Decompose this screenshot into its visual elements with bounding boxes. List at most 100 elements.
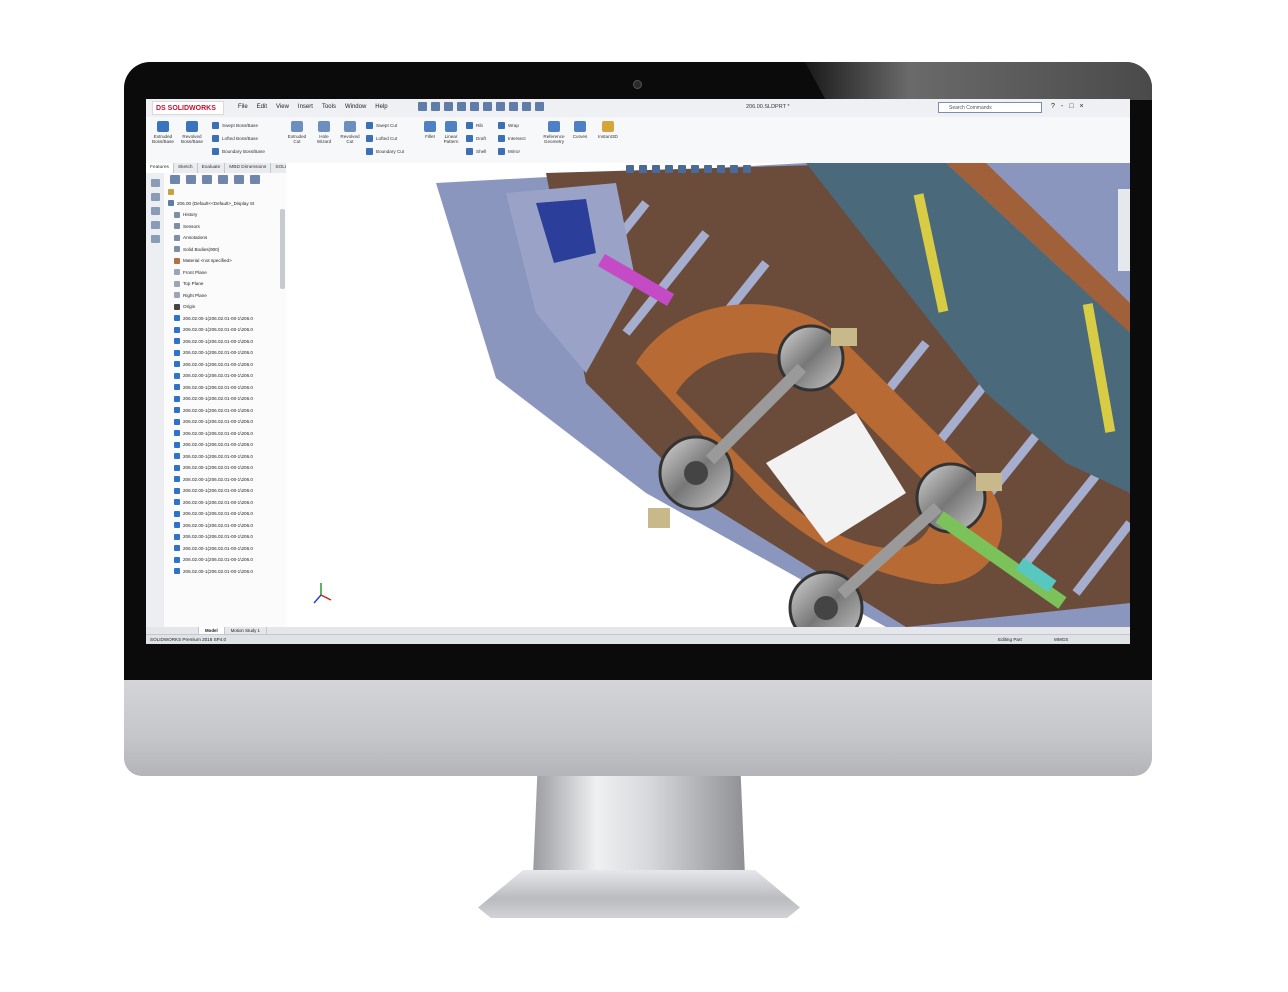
property-tab-icon[interactable] <box>186 175 196 184</box>
railcar-3d-model[interactable] <box>286 163 1130 627</box>
rebuild-icon[interactable] <box>509 102 518 111</box>
select-icon[interactable] <box>496 102 505 111</box>
feature-tree-tab-icon[interactable] <box>170 175 180 184</box>
tab-sketch[interactable]: Sketch <box>174 163 198 173</box>
fillet-button[interactable]: Fillet <box>422 121 438 139</box>
tree-root[interactable]: 206.00 (Default<<Default>_Display St <box>164 198 286 210</box>
hide-show-icon[interactable] <box>704 165 712 173</box>
display-manager-icon[interactable] <box>150 235 160 243</box>
maximize-button[interactable]: □ <box>1069 103 1073 110</box>
swept-boss-button[interactable]: Swept Boss/Base <box>212 122 258 129</box>
shell-button[interactable]: Shell <box>466 148 486 155</box>
menu-window[interactable]: Window <box>345 104 366 110</box>
tab-motion-study[interactable]: Motion Study 1 <box>225 627 267 634</box>
instant3d-button[interactable]: Instant3D <box>596 121 620 139</box>
tree-part-row[interactable]: 206.02.00-1(206.02.01-00-1\206.0 <box>164 497 286 509</box>
view-settings-icon[interactable] <box>743 165 751 173</box>
mirror-button[interactable]: Mirror <box>498 148 520 155</box>
view-orientation-icon[interactable] <box>678 165 686 173</box>
appearance-tab-icon[interactable] <box>250 175 260 184</box>
hole-wizard-button[interactable]: Hole Wizard <box>312 121 336 144</box>
dimxpert-icon[interactable] <box>150 221 160 229</box>
search-commands-input[interactable]: Search Commands <box>938 102 1042 113</box>
tree-part-row[interactable]: 206.02.00-1(206.02.01-00-1\206.0 <box>164 393 286 405</box>
file-properties-icon[interactable] <box>522 102 531 111</box>
display-tab-icon[interactable] <box>234 175 244 184</box>
save-icon[interactable] <box>457 102 466 111</box>
zoom-to-fit-icon[interactable] <box>626 165 634 173</box>
tree-part-row[interactable]: 206.02.00-1(206.02.01-00-1\206.0 <box>164 543 286 555</box>
new-document-icon[interactable] <box>431 102 440 111</box>
tree-item[interactable]: Origin <box>164 301 286 313</box>
tab-features[interactable]: Features <box>146 163 174 173</box>
extruded-boss-button[interactable]: Extruded Boss/Base <box>150 121 176 144</box>
feature-manager-icon[interactable] <box>150 179 160 187</box>
tree-part-row[interactable]: 206.02.00-1(206.02.01-00-1\206.0 <box>164 416 286 428</box>
tree-part-row[interactable]: 206.02.00-1(206.02.01-00-1\206.0 <box>164 451 286 463</box>
tree-part-row[interactable]: 206.02.00-1(206.02.01-00-1\206.0 <box>164 405 286 417</box>
swept-cut-button[interactable]: Swept Cut <box>366 122 397 129</box>
tab-mbd-dimensions[interactable]: MBD Dimensions <box>225 163 272 173</box>
draft-button[interactable]: Draft <box>466 135 486 142</box>
tab-model[interactable]: Model <box>199 627 225 634</box>
property-manager-icon[interactable] <box>150 193 160 201</box>
menu-insert[interactable]: Insert <box>298 104 313 110</box>
minimize-button[interactable]: - <box>1061 103 1063 110</box>
tree-item[interactable]: History <box>164 209 286 221</box>
tab-scroll[interactable] <box>146 627 199 634</box>
previous-view-icon[interactable] <box>652 165 660 173</box>
config-tab-icon[interactable] <box>202 175 212 184</box>
tab-evaluate[interactable]: Evaluate <box>198 163 226 173</box>
tree-part-row[interactable]: 206.02.00-1(206.02.01-00-1\206.0 <box>164 462 286 474</box>
menu-file[interactable]: File <box>238 104 248 110</box>
linear-pattern-button[interactable]: Linear Pattern <box>440 121 462 144</box>
tree-part-row[interactable]: 206.02.00-1(206.02.01-00-1\206.0 <box>164 428 286 440</box>
close-button[interactable]: × <box>1079 103 1083 110</box>
home-icon[interactable] <box>418 102 427 111</box>
section-view-icon[interactable] <box>665 165 673 173</box>
extruded-cut-button[interactable]: Extruded Cut <box>284 121 310 144</box>
print-icon[interactable] <box>470 102 479 111</box>
tree-part-row[interactable]: 206.02.00-1(206.02.01-00-1\206.0 <box>164 531 286 543</box>
tree-item[interactable]: Material <not specified> <box>164 255 286 267</box>
dimxpert-tab-icon[interactable] <box>218 175 228 184</box>
tree-part-row[interactable]: 206.02.00-1(206.02.01-00-1\206.0 <box>164 370 286 382</box>
options-icon[interactable] <box>535 102 544 111</box>
tree-part-row[interactable]: 206.02.00-1(206.02.01-00-1\206.0 <box>164 313 286 325</box>
tree-part-row[interactable]: 206.02.00-1(206.02.01-00-1\206.0 <box>164 508 286 520</box>
tree-part-row[interactable]: 206.02.00-1(206.02.01-00-1\206.0 <box>164 439 286 451</box>
intersect-button[interactable]: Intersect <box>498 135 526 142</box>
zoom-area-icon[interactable] <box>639 165 647 173</box>
tree-part-row[interactable]: 206.02.00-1(206.02.01-00-1\206.0 <box>164 554 286 566</box>
rib-button[interactable]: Rib <box>466 122 483 129</box>
menu-help[interactable]: Help <box>375 104 387 110</box>
tree-part-row[interactable]: 206.02.00-1(206.02.01-00-1\206.0 <box>164 474 286 486</box>
tree-item[interactable]: Top Plane <box>164 278 286 290</box>
help-button[interactable]: ? <box>1051 103 1055 110</box>
task-pane-tabs[interactable] <box>1118 189 1130 271</box>
edit-appearance-icon[interactable] <box>717 165 725 173</box>
tree-scrollbar[interactable] <box>280 209 285 289</box>
solidworks-logo[interactable]: DS SOLIDWORKS <box>152 101 224 115</box>
tree-part-row[interactable]: 206.02.00-1(206.02.01-00-1\206.0 <box>164 359 286 371</box>
tree-item[interactable]: Annotations <box>164 232 286 244</box>
tree-item[interactable]: Front Plane <box>164 267 286 279</box>
graphics-area[interactable] <box>286 163 1130 627</box>
lofted-boss-button[interactable]: Lofted Boss/Base <box>212 135 258 142</box>
boundary-boss-button[interactable]: Boundary Boss/Base <box>212 148 265 155</box>
tree-part-row[interactable]: 206.02.00-1(206.02.01-00-1\206.0 <box>164 566 286 578</box>
curves-button[interactable]: Curves <box>570 121 590 139</box>
boundary-cut-button[interactable]: Boundary Cut <box>366 148 404 155</box>
tree-item[interactable]: Right Plane <box>164 290 286 302</box>
display-style-icon[interactable] <box>691 165 699 173</box>
menu-view[interactable]: View <box>276 104 289 110</box>
units-selector[interactable]: MMGS <box>1054 635 1068 644</box>
filter-icon[interactable] <box>164 186 286 198</box>
revolved-boss-button[interactable]: Revolved Boss/Base <box>178 121 206 144</box>
open-icon[interactable] <box>444 102 453 111</box>
menu-tools[interactable]: Tools <box>322 104 336 110</box>
configuration-manager-icon[interactable] <box>150 207 160 215</box>
tree-part-row[interactable]: 206.02.00-1(206.02.01-00-1\206.0 <box>164 324 286 336</box>
tree-part-row[interactable]: 206.02.00-1(206.02.01-00-1\206.0 <box>164 520 286 532</box>
tree-item[interactable]: Sensors <box>164 221 286 233</box>
